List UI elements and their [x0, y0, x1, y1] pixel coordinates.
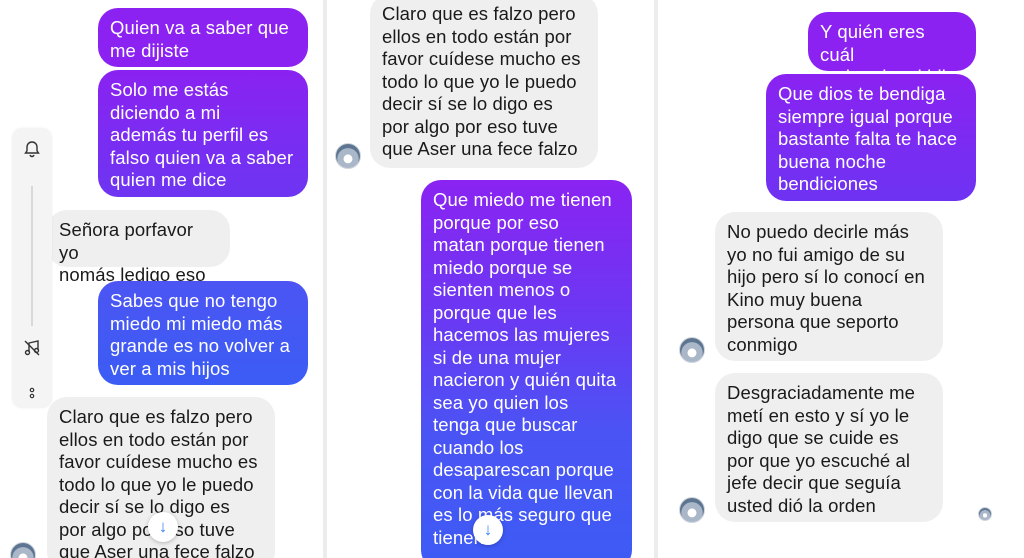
arrow-down-icon: ↓	[158, 517, 168, 536]
chat-panel-left: Quien va a saber que me dijiste Solo me …	[0, 0, 323, 558]
message-outgoing: Quien va a saber que me dijiste	[98, 8, 308, 67]
more-options-icon[interactable]	[12, 378, 52, 408]
message-incoming: No puedo decirle más yo no fui amigo de …	[715, 212, 943, 361]
arrow-down-icon: ↓	[483, 520, 493, 539]
music-icon[interactable]	[12, 333, 52, 363]
read-receipt-avatar	[978, 507, 992, 521]
scroll-down-button[interactable]: ↓	[473, 515, 503, 545]
chat-panel-middle: Claro que es falzo pero ellos en todo es…	[327, 0, 654, 558]
avatar	[10, 542, 36, 558]
bell-icon[interactable]	[12, 134, 52, 164]
message-outgoing: Solo me estás diciendo a mi además tu pe…	[98, 70, 308, 197]
chat-panel-right: Y quién eres cuál amigo de mi hijo Que d…	[658, 0, 1024, 558]
message-incoming: Señora porfavor yo nomás ledigo eso	[47, 210, 230, 285]
message-outgoing: Que dios te bendiga siempre igual porque…	[766, 74, 976, 201]
message-incoming: Desgraciadamente me metí en esto y sí yo…	[715, 373, 943, 522]
message-outgoing: Sabes que no tengo miedo mi miedo más gr…	[98, 281, 308, 385]
scroll-down-button[interactable]: ↓	[148, 512, 178, 542]
avatar	[679, 337, 705, 363]
message-outgoing: Que miedo me tienen porque por eso matan…	[421, 180, 632, 558]
slider-track[interactable]	[31, 186, 33, 326]
side-toolbar	[12, 128, 52, 408]
avatar	[335, 143, 361, 169]
message-outgoing: Y quién eres cuál amigo de mi hijo	[808, 12, 976, 87]
message-incoming: Claro que es falzo pero ellos en todo es…	[370, 0, 598, 168]
avatar	[679, 497, 705, 523]
